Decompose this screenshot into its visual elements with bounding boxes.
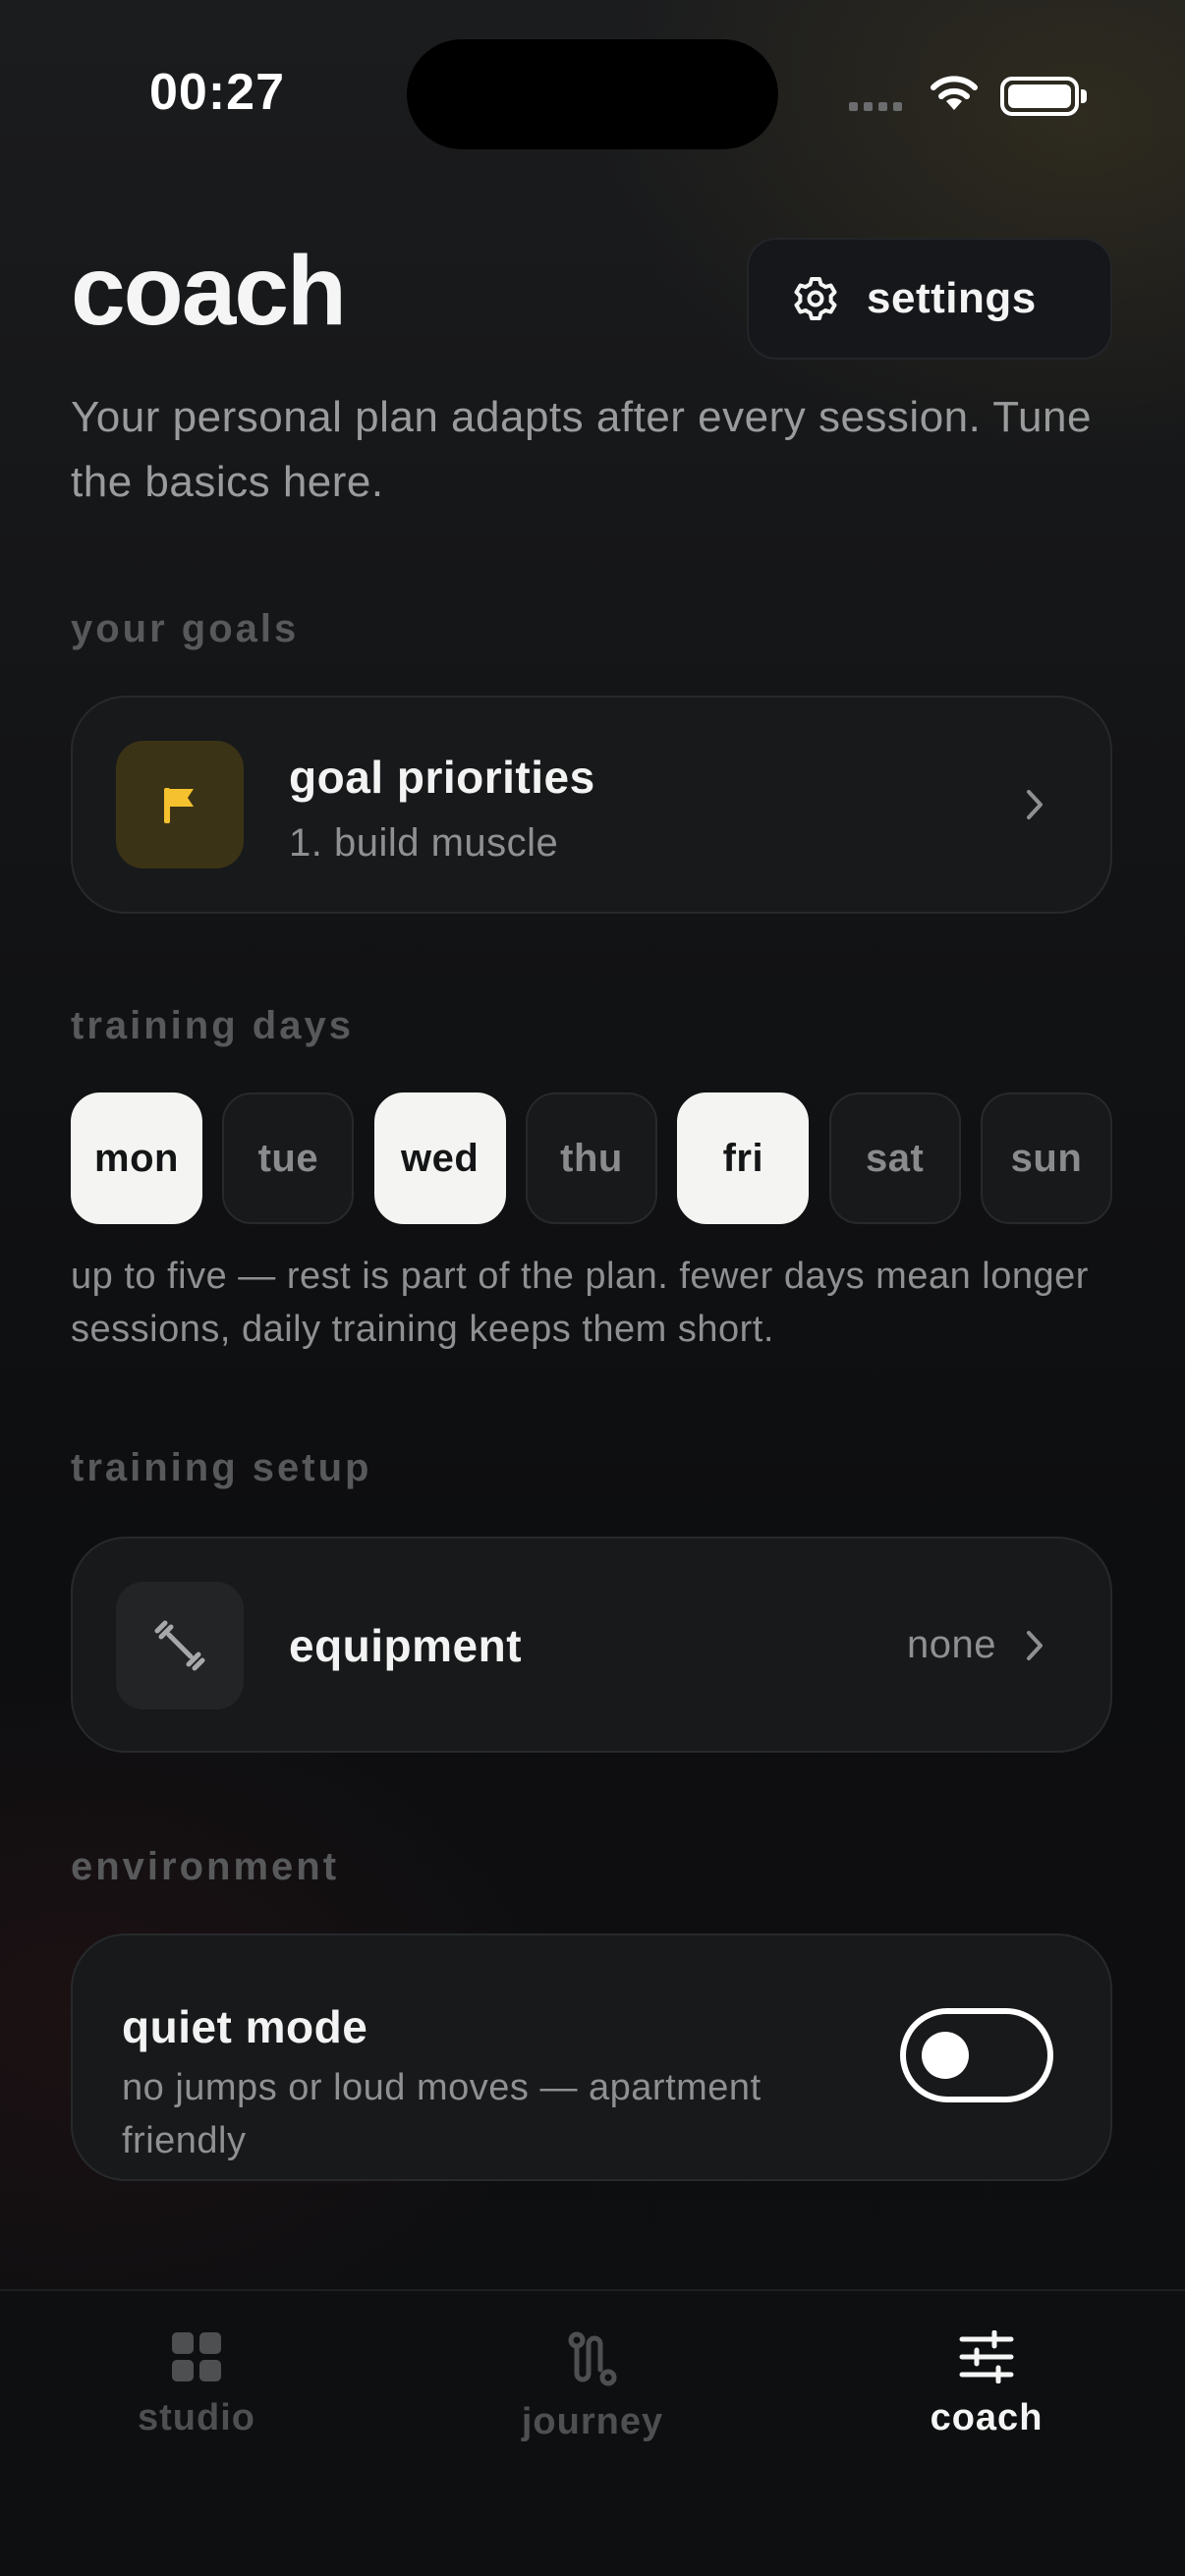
tab-studio-label: studio <box>138 2397 255 2438</box>
section-label-goals: your goals <box>71 607 300 650</box>
quiet-mode-card: quiet mode no jumps or loud moves — apar… <box>71 1933 1112 2181</box>
dynamic-island <box>407 39 778 149</box>
day-sat[interactable]: sat <box>828 1092 961 1224</box>
cellular-signal-icon <box>849 102 902 111</box>
equipment-tile <box>116 1582 244 1709</box>
gear-icon <box>794 277 837 320</box>
flag-icon <box>164 788 194 823</box>
tab-coach-label: coach <box>930 2397 1044 2438</box>
day-selector: mon tue wed thu fri sat sun <box>71 1092 1112 1224</box>
tab-journey[interactable]: journey <box>475 2330 710 2443</box>
toggle-knob <box>922 2032 969 2079</box>
section-label-training-days: training days <box>71 1004 354 1047</box>
quiet-mode-title: quiet mode <box>122 2001 368 2052</box>
settings-button[interactable]: settings <box>747 238 1112 360</box>
battery-icon <box>1000 77 1087 116</box>
section-label-training-setup: training setup <box>71 1446 372 1489</box>
tab-bar: studio journey coach <box>0 2289 1185 2576</box>
quiet-mode-toggle[interactable] <box>900 2008 1053 2102</box>
training-days-note: up to five — rest is part of the plan. f… <box>71 1256 1089 1350</box>
goal-priorities-title: goal priorities <box>289 752 595 803</box>
equipment-value: none <box>907 1623 996 1666</box>
goal-priorities-value: 1. build muscle <box>289 821 559 865</box>
tab-coach[interactable]: coach <box>869 2330 1104 2439</box>
settings-button-label: settings <box>867 274 1037 322</box>
section-label-environment: environment <box>71 1845 340 1888</box>
screen: 00:27 coach settings Your personal plan … <box>0 0 1185 2576</box>
tab-journey-label: journey <box>521 2401 664 2442</box>
dumbbell-icon <box>154 1620 205 1671</box>
goal-priorities-card[interactable]: goal priorities 1. build muscle <box>71 696 1112 914</box>
day-tue[interactable]: tue <box>222 1092 355 1224</box>
tab-studio[interactable]: studio <box>79 2330 314 2439</box>
chevron-right-icon <box>1027 1631 1043 1660</box>
chevron-right-icon <box>1027 790 1043 819</box>
status-time: 00:27 <box>149 64 285 121</box>
page-subtitle: Your personal plan adapts after every se… <box>71 393 1092 506</box>
day-sun[interactable]: sun <box>980 1092 1112 1224</box>
route-icon <box>568 2331 617 2386</box>
equipment-card[interactable]: equipment none <box>71 1537 1112 1753</box>
day-mon[interactable]: mon <box>71 1092 202 1224</box>
quiet-mode-description: no jumps or loud moves — apartment frien… <box>122 2067 762 2161</box>
grid-icon <box>172 2332 221 2381</box>
page-title: coach <box>71 236 347 346</box>
day-fri[interactable]: fri <box>677 1092 810 1224</box>
wifi-icon <box>931 76 978 110</box>
goal-tile <box>116 741 244 868</box>
day-wed[interactable]: wed <box>373 1092 506 1224</box>
day-thu[interactable]: thu <box>525 1092 657 1224</box>
sliders-icon <box>959 2330 1014 2383</box>
equipment-title: equipment <box>289 1620 523 1671</box>
